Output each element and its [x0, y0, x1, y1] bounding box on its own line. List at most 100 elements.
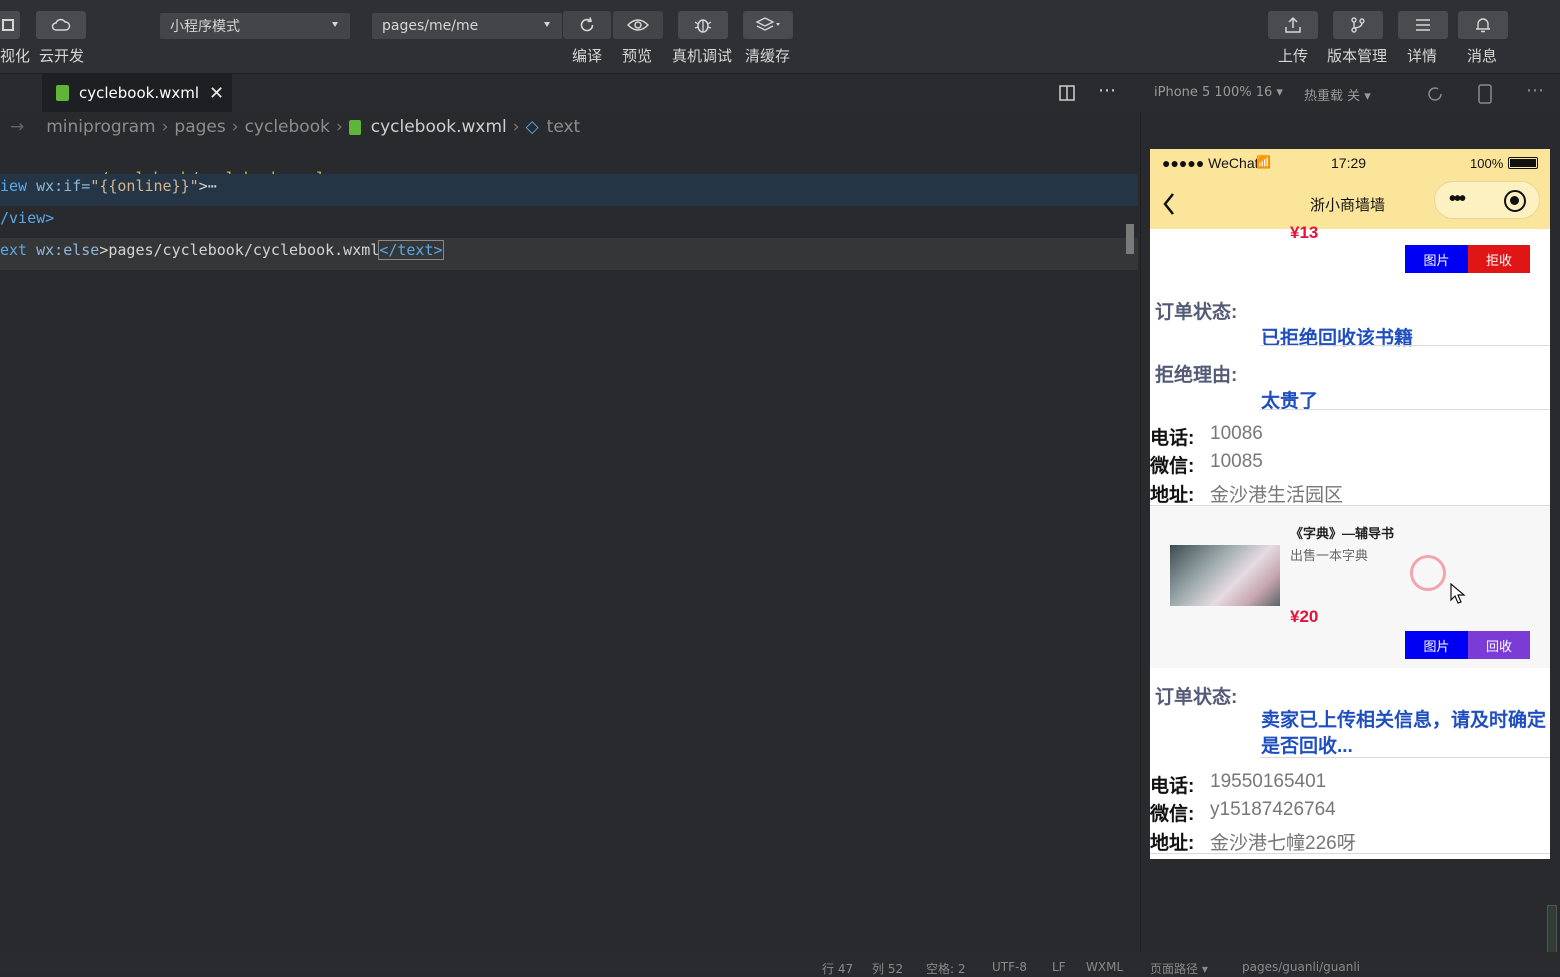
view-image-button[interactable]: 图片: [1405, 631, 1468, 659]
breadcrumb-item[interactable]: cyclebook.wxml: [371, 117, 507, 137]
back-icon[interactable]: [1162, 192, 1176, 216]
phone-key: 电话:: [1150, 428, 1195, 449]
wechat-value: y15187426764: [1210, 799, 1336, 820]
divider: [1260, 409, 1550, 410]
simulator-toolbar: iPhone 5 100% 16 ▾ 热重载 关 ▾ ⋯: [1140, 74, 1560, 112]
close-mini-icon[interactable]: [1504, 190, 1526, 212]
code-tag: ext: [0, 241, 28, 259]
code-tag: iew: [0, 177, 28, 195]
code-attr: wx:else: [27, 241, 100, 259]
wxml-file-icon: [56, 85, 69, 101]
chevron-right-icon: ›: [335, 117, 343, 137]
branch-icon: [1351, 17, 1365, 33]
wxml-file-icon: [348, 119, 361, 135]
phone-status-bar: ●●●●● WeChat 📶 17:29 100%: [1150, 149, 1550, 177]
divider: [1260, 757, 1550, 758]
remote-debug-label: 真机调试: [672, 47, 733, 65]
bug-icon: [694, 19, 712, 33]
breadcrumb-item[interactable]: cyclebook: [245, 117, 330, 137]
divider: [1260, 345, 1550, 346]
upload-label: 上传: [1278, 47, 1309, 65]
more-icon[interactable]: ⋯: [1526, 80, 1544, 101]
code-fold-marker[interactable]: >⋯: [199, 177, 217, 195]
code-tag: /view>: [0, 209, 55, 227]
phone-icon[interactable]: [1478, 84, 1492, 104]
remote-debug-button[interactable]: [678, 11, 728, 39]
more-icon[interactable]: •••: [1449, 188, 1466, 211]
reject-button[interactable]: 拒收: [1468, 245, 1530, 273]
wifi-icon: 📶: [1256, 155, 1271, 169]
tab-label: cyclebook.wxml: [79, 84, 200, 102]
version-label: 版本管理: [1327, 47, 1388, 65]
phone-nav-bar: 浙小商墙墙 •••: [1150, 177, 1550, 229]
order-price: ¥13: [1290, 223, 1319, 242]
time-label: 17:29: [1331, 155, 1367, 171]
indent-setting[interactable]: 空格: 2: [926, 960, 966, 977]
code-line: --pages/cyclebook/cyclebook.wxml-->: [0, 142, 1138, 187]
bell-icon: [1476, 18, 1490, 33]
top-toolbar: 视化 云开发 小程序模式 pages/me/me 编译 预览 真机调试 清缓存 …: [0, 0, 1560, 74]
element-icon: ◇: [525, 117, 539, 137]
nav-title: 浙小商墙墙: [1310, 197, 1386, 214]
phone-value: 19550165401: [1210, 771, 1327, 792]
clear-cache-button[interactable]: [743, 11, 793, 39]
upload-icon: [1285, 16, 1301, 33]
details-button[interactable]: [1398, 11, 1448, 39]
phone-key: 电话:: [1150, 776, 1195, 797]
compile-button[interactable]: [563, 11, 611, 39]
phone-screen[interactable]: ●●●●● WeChat 📶 17:29 100% 浙小商墙墙 ••• ¥13 …: [1150, 149, 1550, 859]
breadcrumb-item[interactable]: miniprogram: [46, 117, 155, 137]
recycle-button[interactable]: 回收: [1468, 631, 1530, 659]
messages-label: 消息: [1467, 47, 1498, 65]
capsule-menu[interactable]: •••: [1434, 181, 1540, 219]
breadcrumb-item[interactable]: pages: [174, 117, 225, 137]
cursor-col[interactable]: 列 52: [872, 960, 903, 977]
mode-select[interactable]: 小程序模式: [160, 13, 350, 39]
chevron-down-icon: [332, 22, 338, 27]
editor-tab-bar: cyclebook.wxml ✕ ⋯: [0, 74, 1140, 112]
page-path-label[interactable]: 页面路径 ▾: [1150, 960, 1208, 977]
visualize-button[interactable]: [0, 11, 20, 39]
book-title: 《字典》—辅导书: [1290, 526, 1395, 541]
reject-reason-label: 拒绝理由:: [1155, 365, 1238, 386]
layers-icon: [755, 17, 780, 31]
view-image-button[interactable]: 图片: [1405, 245, 1468, 273]
breadcrumb-item[interactable]: text: [547, 117, 581, 137]
chevron-right-icon: ›: [161, 117, 169, 137]
code-attr: wx:if=: [27, 177, 91, 195]
order-status-label: 订单状态:: [1155, 302, 1238, 323]
address-value: 金沙港七幢226呀: [1210, 833, 1356, 854]
address-value: 金沙港生活园区: [1210, 485, 1344, 506]
split-editor-icon[interactable]: [1058, 84, 1076, 102]
arrow-right-icon: →: [10, 117, 25, 137]
more-icon[interactable]: ⋯: [1098, 80, 1116, 101]
chevron-right-icon: ›: [231, 117, 239, 137]
cursor-row[interactable]: 行 47: [822, 960, 853, 977]
rotate-icon[interactable]: [1426, 85, 1444, 103]
clear-cache-label: 清缓存: [745, 47, 791, 65]
order-price: ¥20: [1290, 607, 1319, 626]
menu-icon: [1416, 19, 1430, 31]
touch-indicator: [1410, 555, 1446, 591]
version-button[interactable]: [1333, 11, 1383, 39]
cloud-dev-button[interactable]: [36, 11, 86, 39]
tab-cyclebook-wxml[interactable]: cyclebook.wxml ✕: [42, 74, 232, 112]
scrollbar-thumb[interactable]: [1126, 224, 1134, 254]
code-text: >pages/cyclebook/cyclebook.wxml: [99, 241, 380, 259]
page-select[interactable]: pages/me/me: [372, 13, 562, 39]
preview-button[interactable]: [613, 11, 663, 39]
cursor-icon: [1450, 583, 1466, 604]
book-thumbnail[interactable]: [1170, 545, 1280, 606]
status-bar: 行 47 列 52 空格: 2 UTF-8 LF WXML 页面路径 ▾ pag…: [0, 952, 1560, 976]
hot-reload-select[interactable]: 热重载 关 ▾: [1304, 85, 1371, 104]
code-string: "{{online}}": [90, 177, 199, 195]
messages-button[interactable]: [1458, 11, 1508, 39]
upload-button[interactable]: [1268, 11, 1318, 39]
cloud-dev-label: 云开发: [39, 47, 85, 65]
device-select[interactable]: iPhone 5 100% 16 ▾: [1154, 85, 1283, 100]
code-editor[interactable]: --pages/cyclebook/cyclebook.wxml--> iew …: [0, 142, 1138, 952]
phone-value: 10086: [1210, 423, 1263, 444]
book-description: 出售一本字典: [1290, 548, 1369, 563]
preview-label: 预览: [622, 47, 653, 65]
close-icon[interactable]: ✕: [209, 83, 224, 104]
